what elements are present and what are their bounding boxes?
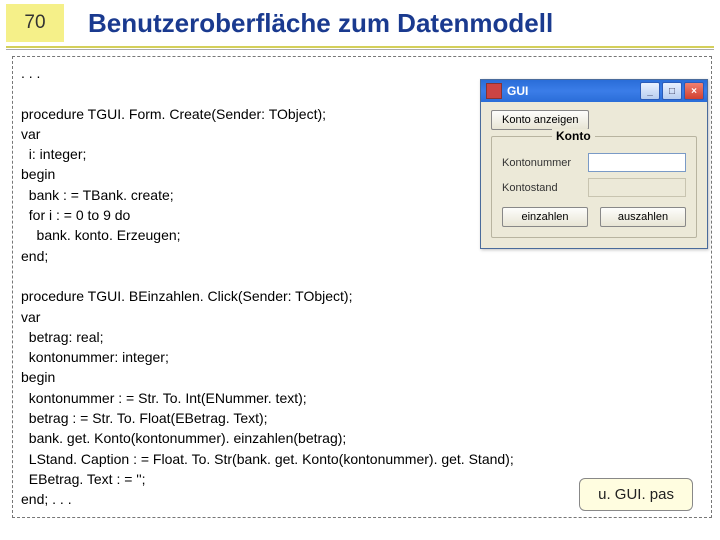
balance-display <box>588 178 686 197</box>
gui-window-screenshot: GUI _ □ × Konto anzeigen Konto Kontonumm… <box>480 79 708 249</box>
divider <box>6 49 714 50</box>
divider <box>6 46 714 48</box>
slide-title: Benutzeroberfläche zum Datenmodell <box>88 8 553 39</box>
groupbox-title: Konto <box>552 129 595 143</box>
withdraw-button[interactable]: auszahlen <box>600 207 686 227</box>
account-number-input[interactable] <box>588 153 686 172</box>
account-groupbox: Konto Kontonummer Kontostand einzahlen a… <box>491 136 697 238</box>
maximize-icon[interactable]: □ <box>662 82 682 100</box>
window-title: GUI <box>507 84 640 98</box>
close-icon[interactable]: × <box>684 82 704 100</box>
minimize-icon[interactable]: _ <box>640 82 660 100</box>
filename-callout: u. GUI. pas <box>579 478 693 511</box>
content-area: . . . procedure TGUI. Form. Create(Sende… <box>12 56 712 518</box>
window-titlebar: GUI _ □ × <box>481 80 707 102</box>
label-balance: Kontostand <box>502 182 582 194</box>
show-account-button[interactable]: Konto anzeigen <box>491 110 589 130</box>
deposit-button[interactable]: einzahlen <box>502 207 588 227</box>
slide-number: 70 <box>6 4 64 42</box>
app-icon <box>486 83 502 99</box>
label-account-number: Kontonummer <box>502 157 582 169</box>
